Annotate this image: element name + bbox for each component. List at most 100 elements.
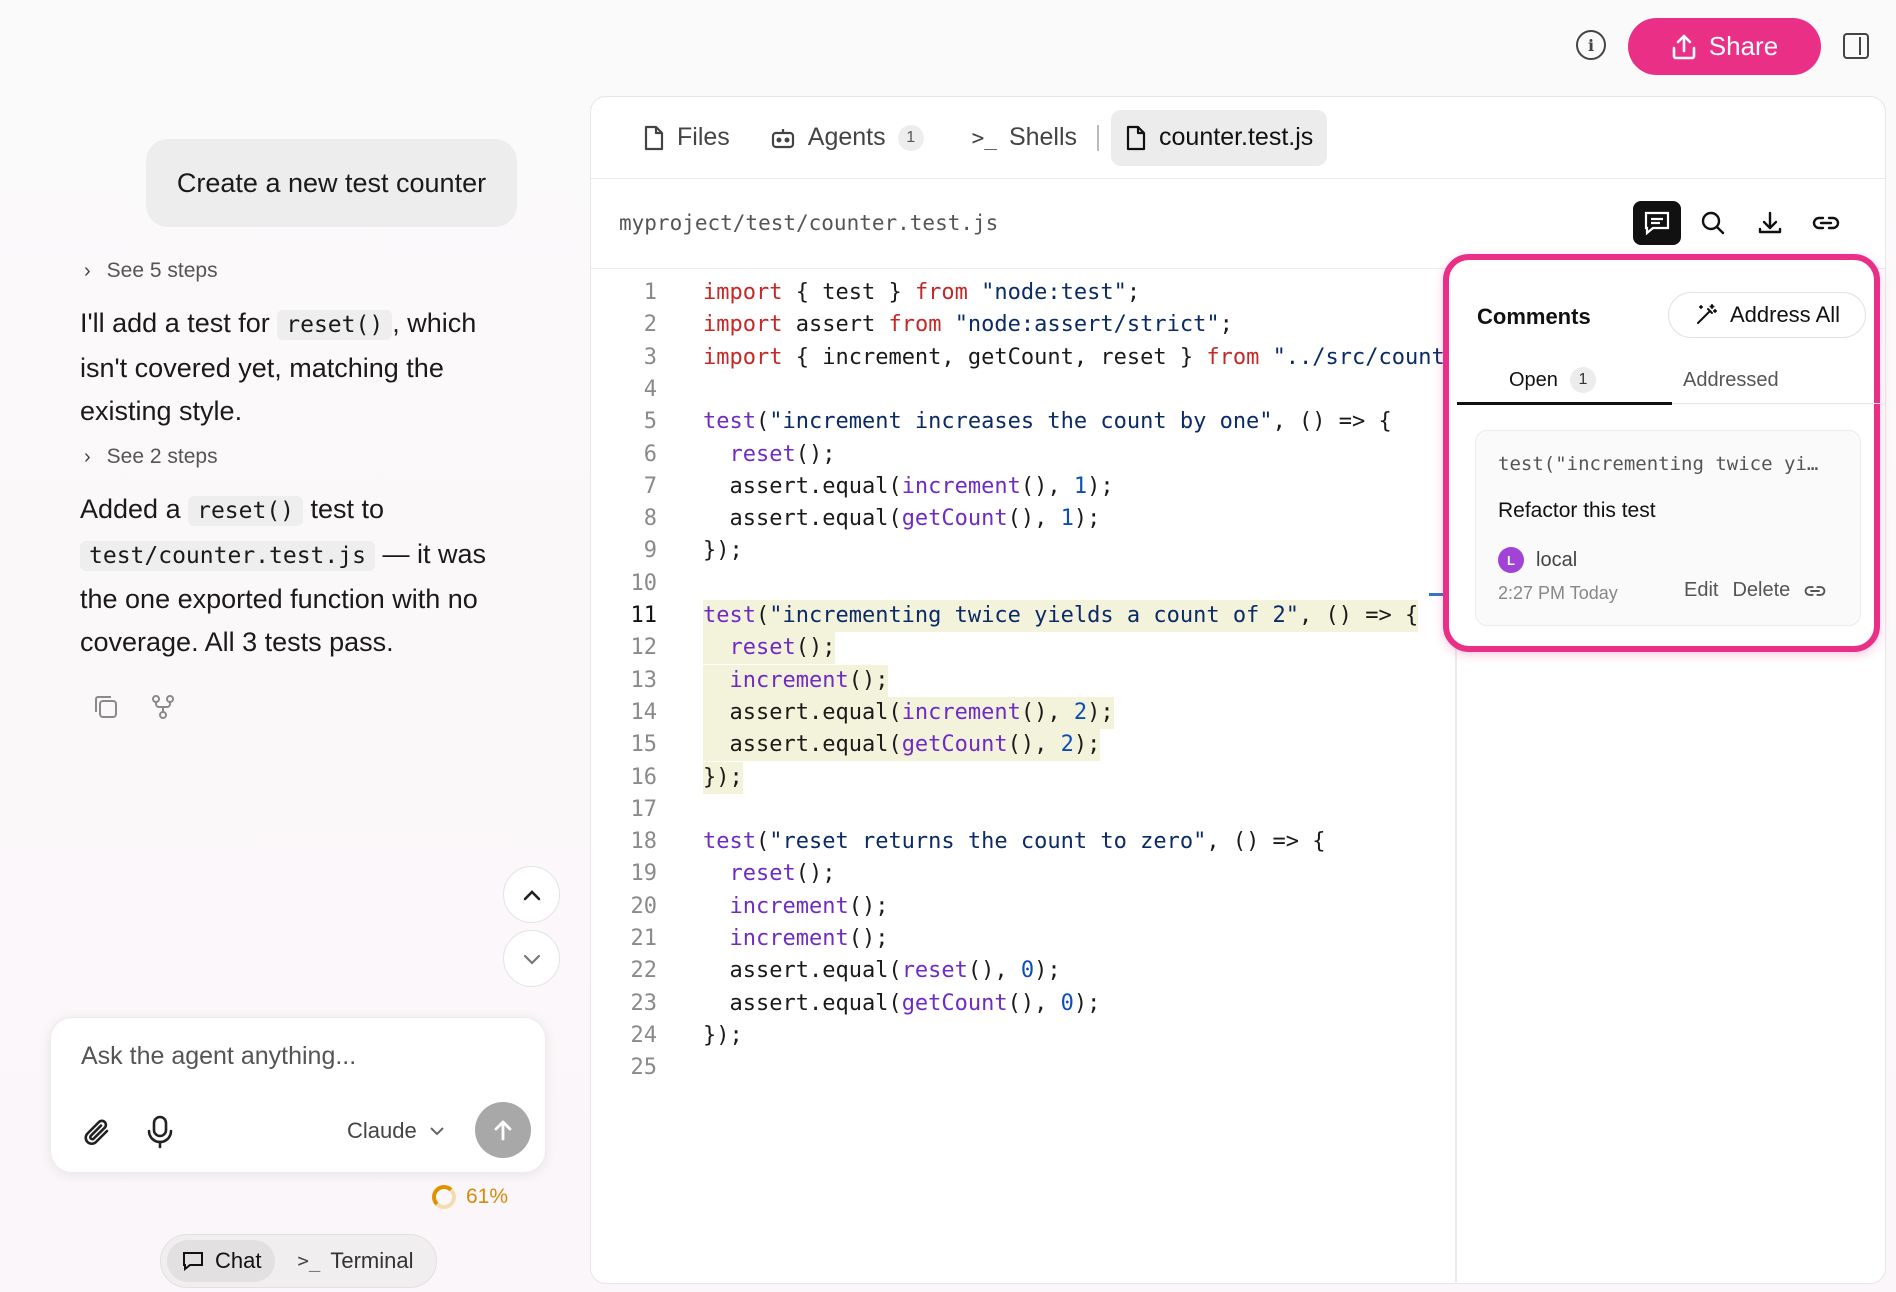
tab-divider <box>1097 124 1100 151</box>
code-line[interactable]: 22 assert.equal(reset(), 0); <box>591 955 1451 987</box>
agents-count-badge: 1 <box>897 124 924 151</box>
scroll-down-button[interactable] <box>503 930 560 987</box>
delete-comment-button[interactable]: Delete <box>1732 579 1790 602</box>
line-number: 10 <box>630 570 658 596</box>
tab-addressed[interactable]: Addressed <box>1683 356 1779 404</box>
see-steps-toggle[interactable]: › See 5 steps <box>84 259 218 283</box>
code-line[interactable]: 19 reset(); <box>591 858 1451 890</box>
line-number: 12 <box>630 635 658 661</box>
assistant-message: Added a reset() test to test/counter.tes… <box>80 494 486 657</box>
copy-icon[interactable] <box>91 692 121 722</box>
info-icon[interactable]: i <box>1576 30 1606 60</box>
copy-link-button[interactable] <box>1802 201 1850 245</box>
paperclip-icon[interactable] <box>81 1116 115 1150</box>
tab-counter-test-js[interactable]: counter.test.js <box>1111 109 1328 166</box>
model-selector[interactable]: Claude <box>347 1118 445 1144</box>
code-text: assert.equal(getCount(), 1); <box>703 506 1101 532</box>
code-text: import { test } from "node:test"; <box>703 280 1141 305</box>
code-text: import assert from "node:assert/strict"; <box>703 312 1233 338</box>
scroll-up-button[interactable] <box>503 866 560 923</box>
code-line[interactable]: 9}); <box>591 535 1451 567</box>
code-text: test("reset returns the count to zero", … <box>703 829 1326 855</box>
robot-icon <box>771 128 794 148</box>
file-icon <box>1126 125 1146 150</box>
code-line[interactable]: 1 import { test } from "node:test"; <box>591 277 1451 309</box>
chevron-down-icon <box>523 954 540 965</box>
code-text: increment(); <box>703 664 889 697</box>
line-number: 8 <box>643 506 657 532</box>
code-text: reset(); <box>729 861 836 887</box>
code-line[interactable]: 3 import { increment, getCount, reset } f… <box>591 342 1451 374</box>
context-usage: 61% <box>432 1185 508 1209</box>
code-line[interactable]: 8 assert.equal(getCount(), 1); <box>591 503 1451 535</box>
file-icon <box>644 125 664 150</box>
code-view[interactable]: 1 import { test } from "node:test"; 2 impor… <box>591 275 1452 1175</box>
edit-comment-button[interactable]: Edit <box>1684 579 1718 602</box>
tab-shells[interactable]: >_ Shells <box>958 110 1091 166</box>
comment-code-snippet: test("incrementing twice yi… <box>1498 453 1819 475</box>
inline-code: reset() <box>277 310 393 340</box>
chevron-right-icon: › <box>84 259 91 282</box>
link-icon[interactable] <box>1804 583 1826 599</box>
code-line[interactable]: 11 test("incrementing twice yields a coun… <box>591 600 1451 632</box>
code-text: assert.equal(getCount(), 2); <box>703 729 1101 762</box>
tab-agents[interactable]: Agents 1 <box>756 110 938 166</box>
code-line[interactable]: 23 assert.equal(getCount(), 0); <box>591 988 1451 1020</box>
code-line[interactable]: 18 test("reset returns the count to zero"… <box>591 826 1451 858</box>
chat-input[interactable]: Ask the agent anything... <box>81 1042 356 1071</box>
code-line[interactable]: 20 increment(); <box>591 891 1451 923</box>
download-button[interactable] <box>1746 201 1794 245</box>
line-number: 5 <box>643 409 657 435</box>
chevron-up-icon <box>523 889 540 900</box>
code-line[interactable]: 7 assert.equal(increment(), 1); <box>591 471 1451 503</box>
code-line[interactable]: 17 <box>591 794 1451 826</box>
line-number: 1 <box>643 280 657 305</box>
code-line[interactable]: 16}); <box>591 761 1451 794</box>
link-icon <box>1812 216 1840 230</box>
comment-icon <box>1644 211 1670 236</box>
code-line[interactable]: 21 increment(); <box>591 923 1451 955</box>
comments-toggle-button[interactable] <box>1633 201 1681 245</box>
toggle-panel-icon[interactable] <box>1843 33 1869 59</box>
editor-tabbar: Files Agents 1 >_ Shells counter.test.js <box>591 97 1885 179</box>
code-line[interactable]: 4 <box>591 374 1451 406</box>
comment-card[interactable]: test("incrementing twice yi… Refactor th… <box>1475 430 1861 626</box>
code-line[interactable]: 10 <box>591 568 1451 600</box>
line-number: 19 <box>630 861 658 887</box>
comment-actions: Edit Delete <box>1684 579 1826 602</box>
inline-code: reset() <box>188 496 304 526</box>
share-button[interactable]: Share <box>1628 18 1821 75</box>
code-line[interactable]: 25 <box>591 1052 1451 1084</box>
microphone-icon[interactable] <box>143 1114 177 1150</box>
upload-icon <box>1672 34 1696 59</box>
code-line[interactable]: 2 import assert from "node:assert/strict"… <box>591 309 1451 341</box>
tab-terminal[interactable]: >_ Terminal <box>283 1240 427 1282</box>
code-line[interactable]: 5 test("increment increases the count by … <box>591 406 1451 438</box>
code-line[interactable]: 15 assert.equal(getCount(), 2); <box>591 729 1451 762</box>
code-text: test("incrementing twice yields a count … <box>703 600 1419 632</box>
code-line[interactable]: 12 reset(); <box>591 632 1451 665</box>
search-button[interactable] <box>1689 201 1737 245</box>
see-steps-toggle[interactable]: › See 2 steps <box>84 445 218 469</box>
tab-files[interactable]: Files <box>629 110 744 166</box>
code-line[interactable]: 6 reset(); <box>591 439 1451 471</box>
tab-open[interactable]: Open 1 <box>1509 356 1596 404</box>
line-number: 9 <box>643 538 657 564</box>
code-line[interactable]: 14 assert.equal(increment(), 2); <box>591 696 1451 729</box>
tab-chat[interactable]: Chat <box>167 1240 276 1282</box>
line-number: 15 <box>630 732 658 758</box>
line-number: 18 <box>630 829 658 855</box>
code-text: increment(); <box>729 926 889 951</box>
code-text: reset(); <box>729 441 836 467</box>
branch-icon[interactable] <box>148 692 178 722</box>
progress-ring-icon <box>432 1185 456 1209</box>
mode-switch: Chat >_ Terminal <box>160 1234 437 1288</box>
send-button[interactable] <box>475 1102 531 1158</box>
line-number: 4 <box>643 376 657 402</box>
code-line[interactable]: 13 increment(); <box>591 664 1451 697</box>
comment-timestamp: 2:27 PM Today <box>1498 583 1618 603</box>
comments-panel: Comments Address All Open 1 Addressed te… <box>1443 254 1886 652</box>
code-line[interactable]: 24}); <box>591 1020 1451 1052</box>
address-all-button[interactable]: Address All <box>1668 292 1866 338</box>
code-text: reset(); <box>703 632 836 665</box>
